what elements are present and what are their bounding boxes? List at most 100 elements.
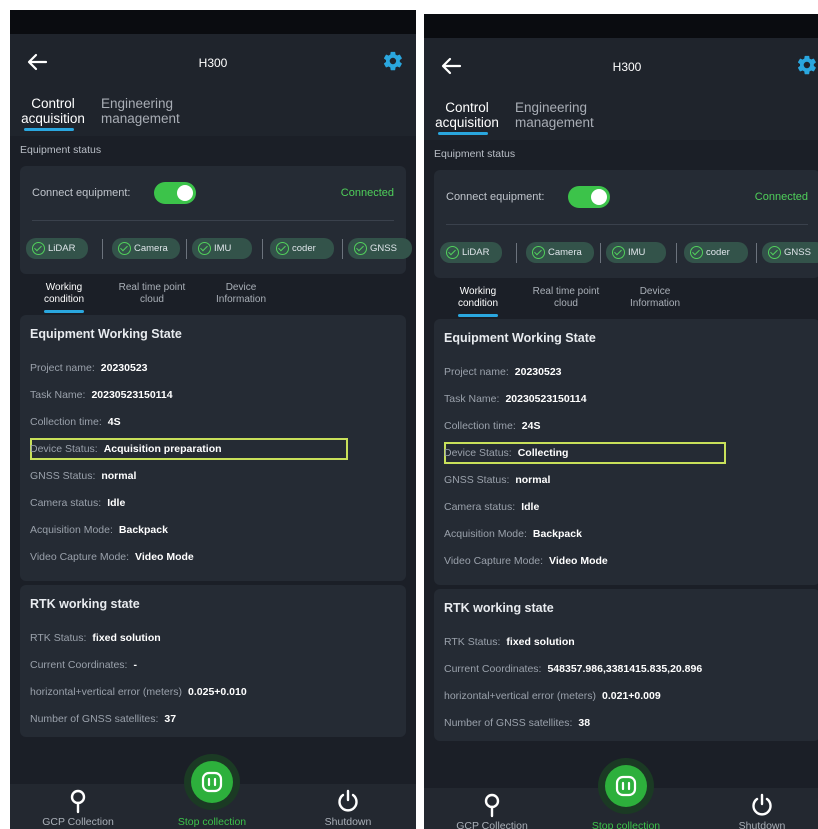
row-label: GNSS Status: (444, 474, 510, 486)
subtab-real-time-point-cloud[interactable]: Real time point cloud (108, 282, 196, 306)
row-label: Collection time: (30, 416, 102, 428)
row-value: Acquisition preparation (103, 443, 222, 455)
tab-engineering-management[interactable]: Engineering management (515, 100, 615, 130)
check-circle-icon (690, 246, 703, 259)
row-label: Task Name: (444, 393, 500, 405)
row-label: RTK Status: (444, 636, 501, 648)
chip-label: IMU (628, 247, 646, 258)
row-value: 38 (578, 717, 591, 729)
row-label: Number of GNSS satellites: (30, 713, 159, 725)
chip-separator (342, 239, 343, 259)
row-label: Acquisition Mode: (444, 528, 527, 540)
chip-coder: coder (270, 238, 334, 259)
chip-separator (186, 239, 187, 259)
connect-equipment-label: Connect equipment: (446, 191, 545, 203)
tab-control-acquisition[interactable]: Control acquisition (434, 100, 500, 130)
row-value: 20230523 (100, 362, 148, 374)
row-value: 0.025+0.010 (188, 686, 247, 698)
chip-label: Camera (134, 243, 168, 254)
row-label: horizontal+vertical error (meters) (30, 686, 183, 698)
connect-toggle[interactable] (568, 186, 610, 208)
connection-status: Connected (340, 187, 394, 199)
nav-label: Shutdown (738, 820, 786, 829)
chip-lidar: LiDAR (26, 238, 88, 259)
subtab-device-information[interactable]: Device Information (620, 286, 690, 310)
chip-label: IMU (214, 243, 232, 254)
active-subtab-indicator (458, 314, 498, 317)
row-label: Project name: (30, 362, 95, 374)
stop-collection-button[interactable] (184, 754, 240, 810)
satellites-row: Number of GNSS satellites: 38 (444, 717, 590, 729)
stop-collection-button[interactable] (598, 758, 654, 814)
status-bar (424, 14, 818, 38)
row-value: 4S (107, 416, 121, 428)
row-value: fixed solution (92, 632, 161, 644)
equipment-status-label: Equipment status (20, 144, 102, 156)
connect-equipment-label: Connect equipment: (32, 187, 131, 199)
video-capture-mode-row: Video Capture Mode: Video Mode (444, 555, 608, 567)
top-tabs: Control acquisition Engineering manageme… (424, 98, 818, 140)
row-value: Backpack (118, 524, 168, 536)
top-tabs: Control acquisition Engineering manageme… (10, 94, 416, 136)
equipment-working-state-card: Equipment Working State Project name: 202… (434, 319, 818, 585)
chip-camera: Camera (112, 238, 180, 259)
gnss-status-row: GNSS Status: normal (30, 470, 136, 482)
row-value: fixed solution (506, 636, 575, 648)
row-label: Project name: (444, 366, 509, 378)
nav-label: Stop collection (177, 816, 247, 828)
nav-label: Stop collection (591, 820, 661, 829)
gear-icon[interactable] (796, 54, 818, 76)
sensor-chips: LiDAR Camera IMU coder GNSS (26, 238, 412, 260)
connect-toggle[interactable] (154, 182, 196, 204)
row-label: Acquisition Mode: (30, 524, 113, 536)
power-icon (338, 789, 358, 812)
card-title: RTK working state (30, 597, 140, 611)
row-value: Idle (107, 497, 126, 509)
active-tab-indicator (24, 128, 74, 131)
row-value: Video Mode (135, 551, 194, 563)
tab-control-acquisition[interactable]: Control acquisition (20, 96, 86, 126)
check-circle-icon (532, 246, 545, 259)
toggle-knob (177, 185, 193, 201)
sub-tabs: Working condition Real time point cloud … (424, 284, 818, 320)
check-circle-icon (276, 242, 289, 255)
check-circle-icon (446, 246, 459, 259)
connection-status: Connected (754, 191, 808, 203)
chip-label: GNSS (370, 243, 397, 254)
row-label: Device Status: (444, 447, 512, 459)
subtab-real-time-point-cloud[interactable]: Real time point cloud (522, 286, 610, 310)
check-circle-icon (768, 246, 781, 259)
subtab-device-information[interactable]: Device Information (206, 282, 276, 306)
tab-engineering-management[interactable]: Engineering management (101, 96, 201, 126)
power-icon (752, 793, 772, 816)
phone-screen-left: H300 Control acquisition Engineering man… (10, 10, 416, 829)
gear-icon[interactable] (382, 50, 404, 72)
location-pin-icon (484, 793, 500, 818)
row-value: Backpack (532, 528, 582, 540)
nav-label: GCP Collection (456, 820, 528, 829)
row-label: RTK Status: (30, 632, 87, 644)
check-circle-icon (118, 242, 131, 255)
active-subtab-indicator (44, 310, 84, 313)
chip-lidar: LiDAR (440, 242, 502, 263)
row-label: Current Coordinates: (444, 663, 542, 675)
location-pin-icon (70, 789, 86, 814)
connect-card: Connect equipment: Connected LiDAR Camer… (20, 166, 412, 274)
toggle-knob (591, 189, 607, 205)
row-label: Camera status: (444, 501, 516, 513)
rtk-status-row: RTK Status: fixed solution (30, 632, 161, 644)
collection-time-row: Collection time: 4S (30, 416, 121, 428)
check-circle-icon (198, 242, 211, 255)
row-label: Current Coordinates: (30, 659, 128, 671)
chip-gnss: GNSS (762, 242, 818, 263)
acquisition-mode-row: Acquisition Mode: Backpack (30, 524, 168, 536)
subtab-working-condition[interactable]: Working condition (38, 282, 90, 306)
subtab-working-condition[interactable]: Working condition (452, 286, 504, 310)
collection-time-row: Collection time: 24S (444, 420, 540, 432)
row-value: 20230523150114 (91, 389, 173, 401)
chip-label: Camera (548, 247, 582, 258)
satellites-row: Number of GNSS satellites: 37 (30, 713, 176, 725)
device-status-row: Device Status: Collecting (444, 447, 568, 459)
chip-coder: coder (684, 242, 748, 263)
app-title: H300 (198, 56, 228, 70)
